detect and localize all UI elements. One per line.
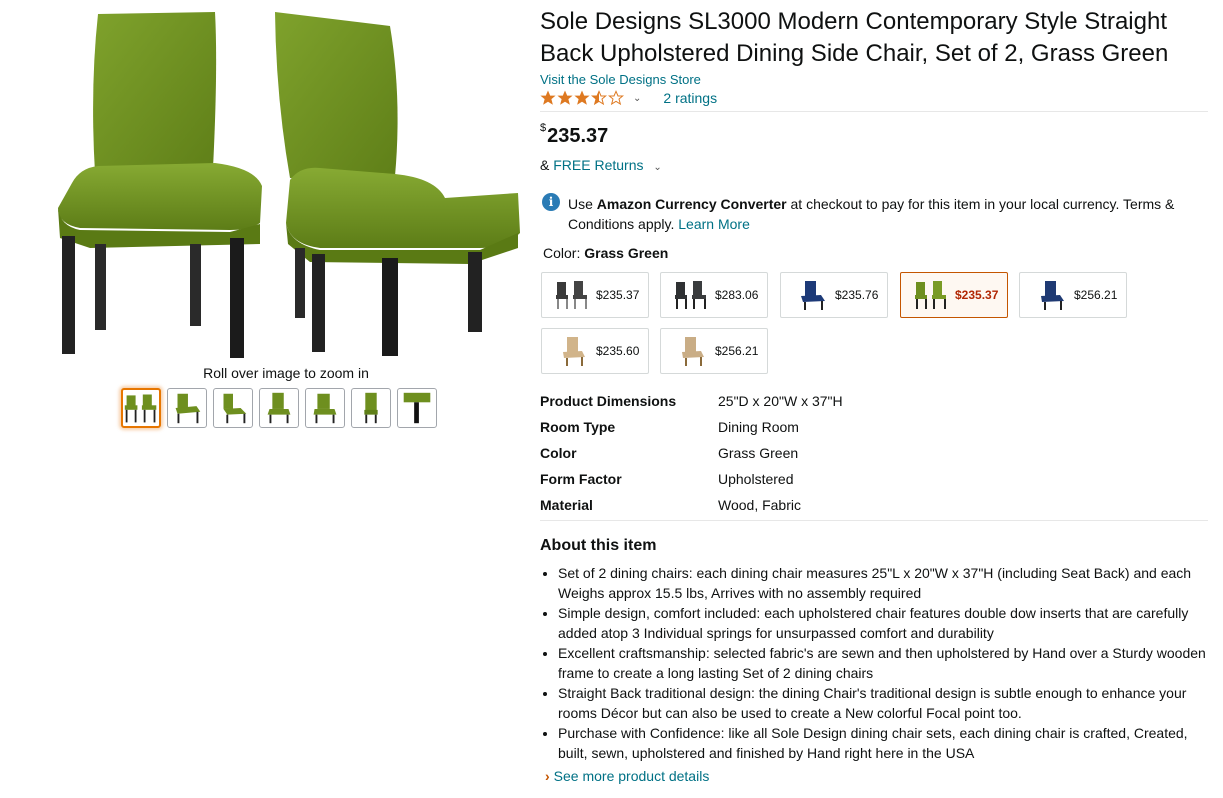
swatch-price: $283.06 xyxy=(715,288,759,302)
free-returns-link[interactable]: FREE Returns xyxy=(553,157,643,173)
spec-value: Grass Green xyxy=(718,445,799,461)
price-currency: $ xyxy=(540,122,547,135)
star-full-icon xyxy=(540,90,556,105)
star-empty-icon xyxy=(608,90,624,106)
spec-key: Product Dimensions xyxy=(540,393,677,409)
price-amount: 235.37 xyxy=(547,125,609,147)
see-more-label[interactable]: See more product details xyxy=(554,768,710,784)
currency-notice: Use Amazon Currency Converter at checkou… xyxy=(568,194,1208,234)
rating-row: ⌄ 2 ratings xyxy=(540,90,717,106)
thumbnail-7[interactable] xyxy=(397,388,437,428)
thumbnail-2[interactable] xyxy=(167,388,207,428)
swatch-price: $256.21 xyxy=(715,344,759,358)
see-more-link[interactable]: › See more product details xyxy=(545,768,709,784)
thumbnail-1[interactable] xyxy=(121,388,161,428)
chair-thumbnail-icon xyxy=(556,281,587,309)
chevron-down-icon[interactable]: ⌄ xyxy=(633,93,641,104)
color-swatch-1[interactable]: $235.37 xyxy=(541,272,649,318)
spec-value: Upholstered xyxy=(718,471,794,487)
learn-more-link[interactable]: Learn More xyxy=(678,216,750,232)
star-rating[interactable] xyxy=(540,90,624,106)
spec-key: Material xyxy=(540,497,593,513)
list-item: Set of 2 dining chairs: each dining chai… xyxy=(558,563,1208,603)
spec-value: 25"D x 20"W x 37"H xyxy=(718,393,843,409)
list-item: Purchase with Confidence: like all Sole … xyxy=(558,723,1208,763)
chair-thumbnail-icon xyxy=(801,281,825,310)
product-title: Sole Designs SL3000 Modern Contemporary … xyxy=(540,8,1169,67)
chair-thumbnail-icon xyxy=(682,337,704,366)
divider xyxy=(540,520,1208,521)
color-swatch-3[interactable]: $235.76 xyxy=(780,272,888,318)
thumbnail-6[interactable] xyxy=(351,388,391,428)
color-label: Color: xyxy=(543,245,581,261)
star-full-icon xyxy=(557,90,573,105)
color-swatch-6[interactable]: $235.60 xyxy=(541,328,649,374)
chair-thumbnail-icon xyxy=(675,281,706,309)
color-swatch-2[interactable]: $283.06 xyxy=(660,272,768,318)
chevron-right-icon: › xyxy=(545,768,550,784)
currency-use: Use xyxy=(568,196,593,212)
chair-thumbnail-icon xyxy=(563,337,585,366)
list-item: Straight Back traditional design: the di… xyxy=(558,683,1208,723)
selected-color-name: Grass Green xyxy=(584,245,669,261)
spec-row: Material Wood, Fabric xyxy=(540,492,1208,518)
thumbnail-5[interactable] xyxy=(305,388,345,428)
product-specs-table: Product Dimensions 25"D x 20"W x 37"H Roo… xyxy=(540,388,1208,518)
chair-thumbnail-icon xyxy=(915,281,946,309)
store-link[interactable]: Visit the Sole Designs Store xyxy=(540,72,701,87)
product-price: $235.37 xyxy=(540,122,609,148)
swatch-price: $235.37 xyxy=(955,288,999,302)
color-swatch-5[interactable]: $256.21 xyxy=(1019,272,1127,318)
thumbnail-4[interactable] xyxy=(259,388,299,428)
spec-row: Room Type Dining Room xyxy=(540,414,1208,440)
info-icon: i xyxy=(542,193,560,211)
zoom-hint: Roll over image to zoom in xyxy=(203,365,369,381)
spec-key: Room Type xyxy=(540,419,616,435)
about-heading: About this item xyxy=(540,537,657,554)
color-swatch-4-selected[interactable]: $235.37 xyxy=(900,272,1008,318)
swatch-price: $235.76 xyxy=(835,288,879,302)
star-full-icon xyxy=(574,90,590,105)
list-item: Simple design, comfort included: each up… xyxy=(558,603,1208,643)
star-half-icon xyxy=(591,90,607,106)
divider xyxy=(540,111,1208,112)
currency-converter-name: Amazon Currency Converter xyxy=(596,196,787,212)
returns-prefix: & xyxy=(540,157,550,173)
spec-row: Form Factor Upholstered xyxy=(540,466,1208,492)
spec-key: Form Factor xyxy=(540,471,622,487)
thumbnail-3[interactable] xyxy=(213,388,253,428)
thumbnail-strip xyxy=(121,388,437,428)
swatch-price: $235.37 xyxy=(596,288,640,302)
swatch-price: $256.21 xyxy=(1074,288,1118,302)
swatch-price: $235.60 xyxy=(596,344,640,358)
spec-key: Color xyxy=(540,445,577,461)
spec-value: Dining Room xyxy=(718,419,799,435)
color-swatch-7[interactable]: $256.21 xyxy=(660,328,768,374)
main-product-image[interactable] xyxy=(50,8,520,363)
spec-row: Product Dimensions 25"D x 20"W x 37"H xyxy=(540,388,1208,414)
chevron-down-icon[interactable]: ⌄ xyxy=(653,162,661,173)
about-bullets: Set of 2 dining chairs: each dining chai… xyxy=(540,563,1208,763)
spec-value: Wood, Fabric xyxy=(718,497,801,513)
list-item: Excellent craftsmanship: selected fabric… xyxy=(558,643,1208,683)
ratings-count-link[interactable]: 2 ratings xyxy=(663,90,717,106)
spec-row: Color Grass Green xyxy=(540,440,1208,466)
color-selection-label: Color: Grass Green xyxy=(543,245,668,261)
chair-thumbnail-icon xyxy=(1041,281,1064,310)
returns-info: & FREE Returns ⌄ xyxy=(540,157,662,173)
